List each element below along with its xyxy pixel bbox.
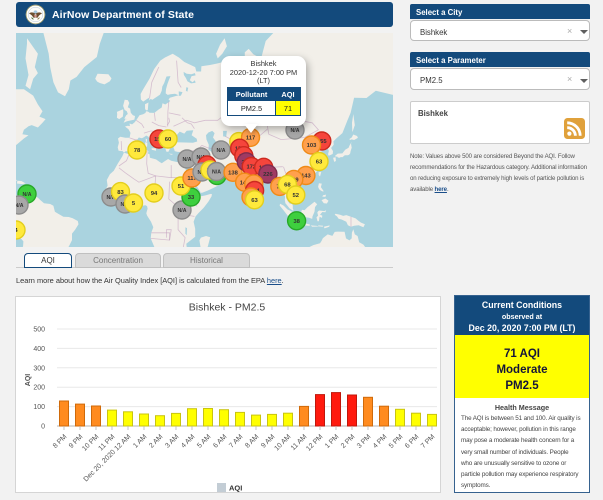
svg-text:N/A: N/A xyxy=(217,148,226,154)
svg-text:N/A: N/A xyxy=(212,170,221,176)
svg-text:38: 38 xyxy=(293,219,300,225)
svg-text:0: 0 xyxy=(41,424,45,431)
svg-text:N/A: N/A xyxy=(183,157,192,163)
svg-text:117: 117 xyxy=(246,136,255,142)
svg-text:400: 400 xyxy=(33,346,45,353)
svg-text:103: 103 xyxy=(307,143,317,149)
svg-text:226: 226 xyxy=(263,172,273,178)
svg-text:78: 78 xyxy=(134,148,141,154)
svg-text:AQI: AQI xyxy=(229,484,242,493)
svg-text:63: 63 xyxy=(316,160,323,166)
svg-text:138: 138 xyxy=(228,171,238,177)
svg-text:N/A: N/A xyxy=(178,208,187,214)
svg-text:N/A: N/A xyxy=(291,128,300,134)
svg-text:51: 51 xyxy=(178,184,185,190)
svg-text:33: 33 xyxy=(188,195,195,201)
svg-text:52: 52 xyxy=(293,193,300,199)
svg-text:N/A: N/A xyxy=(16,203,24,209)
svg-text:100: 100 xyxy=(33,404,45,411)
svg-text:AQI: AQI xyxy=(25,374,32,387)
svg-text:60: 60 xyxy=(165,137,172,143)
svg-text:94: 94 xyxy=(151,191,158,197)
svg-text:300: 300 xyxy=(33,365,45,372)
svg-text:500: 500 xyxy=(33,327,45,334)
svg-text:200: 200 xyxy=(33,385,45,392)
svg-text:Bishkek - PM2.5: Bishkek - PM2.5 xyxy=(189,302,266,314)
svg-text:63: 63 xyxy=(251,198,258,204)
